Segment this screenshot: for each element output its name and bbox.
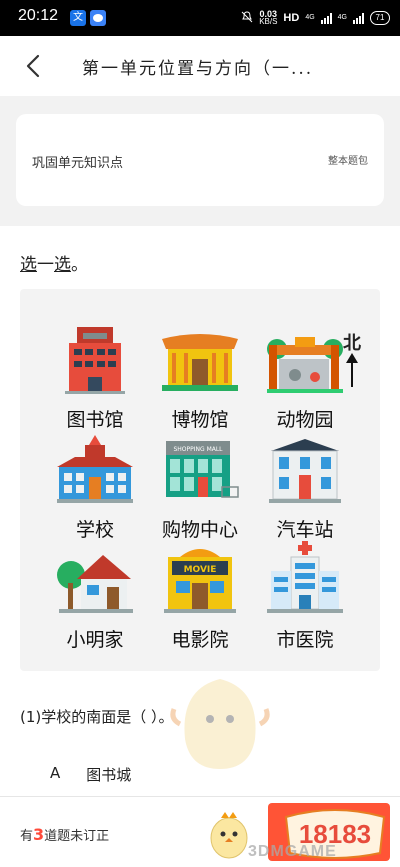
- place-school: 学校: [40, 429, 150, 549]
- museum-building-icon: [162, 334, 238, 391]
- option-a-text: 图书城: [86, 766, 132, 784]
- battery-icon: 71: [370, 11, 390, 25]
- library-building-icon: [65, 327, 125, 394]
- place-cinema: MOVIE 电影院: [145, 539, 255, 659]
- school-building-icon: [57, 435, 133, 503]
- place-library: 图书馆: [40, 319, 150, 439]
- chick-mascot-icon: [210, 812, 248, 859]
- place-label-museum: 博物馆: [171, 409, 229, 431]
- zoo-gate-icon: [267, 337, 343, 393]
- bus-station-icon: [269, 439, 341, 503]
- mall-sign-text: SHOPPING MALL: [173, 446, 223, 453]
- bottom-bar: 有3道题未订正 18183: [0, 796, 400, 867]
- hd-indicator: HD: [283, 12, 300, 24]
- status-time: 20:12: [18, 7, 59, 24]
- watermark-text: 3DMGAME: [248, 843, 337, 860]
- signal-icon-2: [353, 12, 364, 24]
- status-bar: 20:12 文 0.03 KB/S HD 4G 4G 71: [0, 0, 400, 36]
- page-title: 第一单元位置与方向（一...: [82, 59, 314, 79]
- question-pack-link[interactable]: 整本题包: [328, 152, 368, 167]
- place-shopping-mall: SHOPPING MALL 购物中心: [145, 429, 255, 549]
- shopping-mall-icon: SHOPPING MALL: [166, 441, 239, 498]
- back-button[interactable]: [20, 52, 48, 80]
- place-label-city-hospital: 市医院: [276, 629, 334, 651]
- north-label: 北: [343, 333, 361, 354]
- place-bus-station: 汽车站: [250, 429, 360, 549]
- option-a-letter: A: [50, 764, 61, 782]
- place-xiaoming-home: 小明家: [40, 539, 150, 659]
- translate-app-icon: 文: [70, 10, 86, 26]
- network-type-1: 4G: [305, 14, 315, 21]
- place-museum: 博物馆: [145, 319, 255, 439]
- option-a[interactable]: A 图书城: [50, 764, 131, 785]
- place-label-library: 图书馆: [66, 409, 124, 431]
- place-city-hospital: 市医院: [250, 539, 360, 659]
- north-indicator: 北: [340, 329, 364, 389]
- cinema-sign-text: MOVIE: [184, 565, 217, 575]
- map-illustration: 图书馆 博物馆 动物园 北 学校 SHOPPING MALL 购物中心 汽车站 …: [20, 289, 380, 769]
- network-type-2: 4G: [337, 14, 347, 21]
- north-arrow-icon: [346, 353, 358, 387]
- mascot-watermark-icon: [170, 679, 270, 769]
- status-indicators: 0.03 KB/S HD 4G 4G 71: [241, 8, 390, 28]
- question-instruction: 选一选。: [20, 255, 88, 275]
- house-icon: [57, 555, 133, 613]
- network-speed: 0.03 KB/S: [259, 9, 278, 26]
- uncorrected-number: 3: [33, 825, 45, 844]
- place-label-school: 学校: [75, 519, 114, 541]
- place-label-shopping-mall: 购物中心: [161, 519, 238, 541]
- cinema-building-icon: MOVIE: [164, 549, 236, 613]
- hospital-building-icon: [267, 541, 343, 613]
- place-label-xiaoming-home: 小明家: [66, 629, 124, 651]
- place-label-cinema: 电影院: [171, 629, 229, 651]
- chat-app-icon: [90, 10, 106, 26]
- mute-icon: [241, 10, 253, 26]
- place-label-zoo: 动物园: [276, 409, 334, 431]
- uncorrected-count[interactable]: 有3道题未订正: [20, 825, 109, 844]
- place-label-bus-station: 汽车站: [276, 519, 334, 541]
- signal-icon-1: [320, 12, 332, 24]
- header: 第一单元位置与方向（一...: [0, 36, 400, 96]
- question-text: (1)学校的南面是（ ）。: [20, 708, 174, 726]
- question-panel: 选一选。 图书馆 博物馆 动物园 北 学校 SHOPPING MALL 购物中心…: [0, 226, 400, 796]
- knowledge-card[interactable]: 巩固单元知识点 整本题包: [16, 114, 384, 206]
- back-arrow-icon: [26, 54, 40, 78]
- knowledge-card-title: 巩固单元知识点: [32, 156, 124, 171]
